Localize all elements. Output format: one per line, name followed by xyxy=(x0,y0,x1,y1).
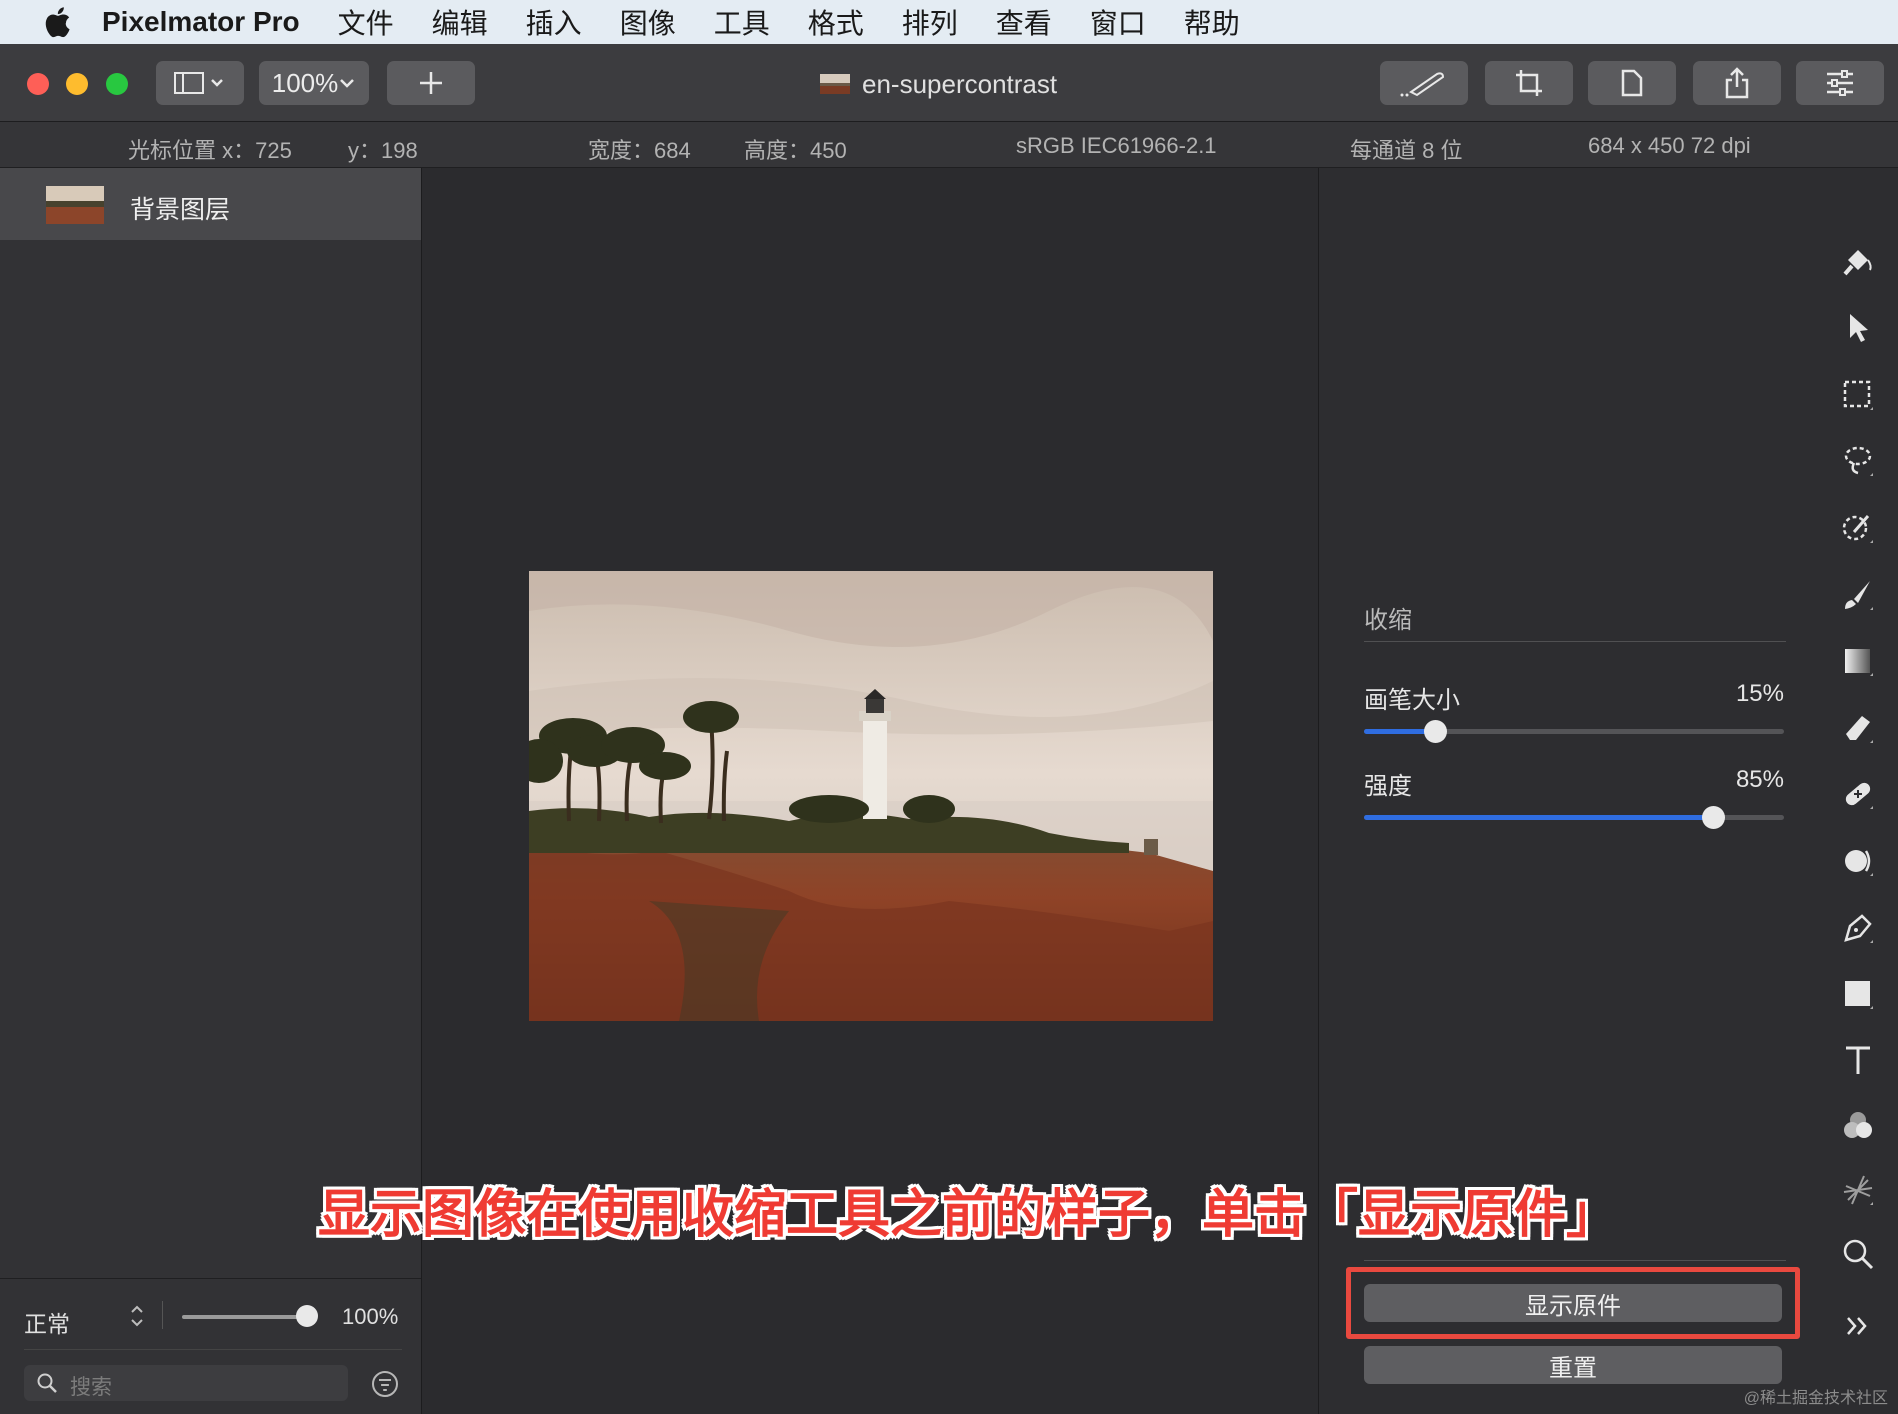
gradient-icon[interactable] xyxy=(1840,643,1876,679)
close-window-button[interactable] xyxy=(27,73,49,95)
show-original-button[interactable]: 显示原件 xyxy=(1364,1284,1782,1322)
menu-file[interactable]: 文件 xyxy=(338,2,394,42)
page-icon xyxy=(1621,69,1643,97)
brush-size-slider-knob[interactable] xyxy=(1424,720,1448,743)
strength-slider[interactable] xyxy=(1364,806,1784,829)
strength-label: 强度 xyxy=(1364,773,1412,800)
search-icon xyxy=(37,1373,57,1393)
blend-mode-select[interactable]: 正常 xyxy=(24,1305,70,1339)
opacity-slider[interactable] xyxy=(182,1315,310,1319)
divider xyxy=(1364,641,1786,642)
menu-view[interactable]: 查看 xyxy=(996,2,1052,42)
chevron-down-icon xyxy=(340,79,355,88)
opacity-value: 100% xyxy=(342,1304,399,1329)
menu-insert[interactable]: 插入 xyxy=(526,2,582,42)
section-title: 收缩 xyxy=(1364,607,1412,634)
lighthouse-photo[interactable] xyxy=(529,571,1213,1021)
height-readout: 高度：450 xyxy=(744,138,847,163)
zoom-icon[interactable] xyxy=(1840,1236,1876,1272)
width-readout: 宽度：684 xyxy=(588,138,691,163)
window-toolbar: 100% en-supercontrast xyxy=(0,44,1898,122)
strength-value[interactable]: 85% xyxy=(1736,766,1784,794)
menu-bar: Pixelmator Pro 文件 编辑 插入 图像 工具 格式 排列 查看 窗… xyxy=(0,0,1898,44)
menu-edit[interactable]: 编辑 xyxy=(432,2,488,42)
filter-icon[interactable] xyxy=(372,1371,398,1397)
divider xyxy=(162,1301,163,1329)
share-icon xyxy=(1725,67,1749,99)
bit-depth-readout: 每通道 8 位 xyxy=(1350,138,1463,163)
eraser-icon[interactable] xyxy=(1840,710,1876,746)
sliders-icon xyxy=(1827,70,1853,96)
zoom-dropdown[interactable]: 100% xyxy=(259,61,369,105)
strength-slider-fill xyxy=(1364,815,1713,820)
cursor-x-readout: 光标位置 x：725 xyxy=(128,138,292,163)
menu-help[interactable]: 帮助 xyxy=(1184,2,1240,42)
crop-button[interactable] xyxy=(1485,61,1573,105)
layer-search-input[interactable]: 搜索 xyxy=(24,1365,348,1401)
add-button[interactable] xyxy=(387,61,475,105)
menu-image[interactable]: 图像 xyxy=(620,2,676,42)
document-button[interactable] xyxy=(1588,61,1676,105)
document-title-text: en-supercontrast xyxy=(862,68,1058,99)
zoom-value: 100% xyxy=(271,67,339,98)
info-bar: 光标位置 x：725 y：198 宽度：684 高度：450 sRGB IEC6… xyxy=(0,122,1898,168)
app-menu[interactable]: Pixelmator Pro xyxy=(102,6,300,38)
divider xyxy=(24,1349,402,1350)
retouch-icon[interactable] xyxy=(1840,843,1876,879)
menu-tools[interactable]: 工具 xyxy=(714,2,770,42)
shape-icon[interactable] xyxy=(1840,976,1876,1012)
plus-icon xyxy=(420,72,442,94)
layer-row[interactable]: 背景图层 xyxy=(0,168,421,240)
minimize-window-button[interactable] xyxy=(66,73,88,95)
brush-options-icon xyxy=(1400,72,1445,97)
adjustments-button[interactable] xyxy=(1796,61,1884,105)
brush-icon[interactable] xyxy=(1840,577,1876,613)
crop-icon xyxy=(1516,70,1542,96)
watermark: @稀土掘金技术社区 xyxy=(1743,1390,1888,1407)
rect-select-icon[interactable] xyxy=(1840,377,1876,413)
annotation-caption: 显示图像在使用收缩工具之前的样子，单击「显示原件」 xyxy=(318,1186,1619,1244)
color-profile-readout: sRGB IEC61966-2.1 xyxy=(1016,133,1217,158)
menu-arrange[interactable]: 排列 xyxy=(902,2,958,42)
divider xyxy=(1364,1260,1786,1261)
type-icon[interactable] xyxy=(1840,1042,1876,1078)
repair-icon[interactable] xyxy=(1840,776,1876,812)
strength-slider-knob[interactable] xyxy=(1701,806,1725,829)
brush-size-label: 画笔大小 xyxy=(1364,687,1460,714)
reset-button[interactable]: 重置 xyxy=(1364,1346,1782,1384)
color-adjust-icon[interactable] xyxy=(1840,1108,1876,1144)
document-title: en-supercontrast xyxy=(820,68,1057,100)
more-tools-icon[interactable] xyxy=(1840,1308,1876,1344)
menu-window[interactable]: 窗口 xyxy=(1090,2,1146,42)
paint-bucket-icon[interactable] xyxy=(1840,244,1876,280)
arrange-pointer-icon[interactable] xyxy=(1840,310,1876,346)
search-placeholder: 搜索 xyxy=(70,1376,112,1399)
document-thumbnail xyxy=(820,74,850,94)
pen-icon[interactable] xyxy=(1840,910,1876,946)
tool-options-button[interactable] xyxy=(1380,61,1468,105)
zoom-window-button[interactable] xyxy=(106,73,128,95)
brush-size-value[interactable]: 15% xyxy=(1736,680,1784,708)
brush-size-slider[interactable] xyxy=(1364,720,1784,743)
cursor-y-readout: y：198 xyxy=(348,138,418,163)
sidebar-toggle-button[interactable] xyxy=(156,61,244,105)
size-dpi-readout: 684 x 450 72 dpi xyxy=(1588,133,1751,158)
distort-icon[interactable] xyxy=(1840,1172,1876,1208)
magic-select-icon[interactable] xyxy=(1840,510,1876,546)
apple-logo-icon[interactable] xyxy=(42,5,72,39)
layer-thumbnail xyxy=(46,186,104,224)
menu-format[interactable]: 格式 xyxy=(808,2,864,42)
layers-footer: 正常 100% 搜索 xyxy=(0,1278,421,1414)
updown-chevron-icon[interactable] xyxy=(128,1303,146,1329)
sidebar-icon xyxy=(174,72,223,94)
share-button[interactable] xyxy=(1693,61,1781,105)
opacity-slider-knob[interactable] xyxy=(296,1305,318,1327)
photo-image xyxy=(529,571,1213,1021)
layer-name: 背景图层 xyxy=(130,196,231,224)
lasso-select-icon[interactable] xyxy=(1840,443,1876,479)
